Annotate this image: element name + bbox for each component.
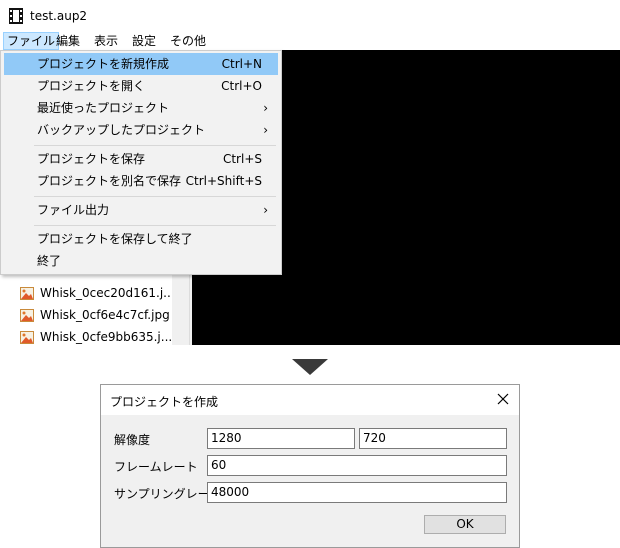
file-item[interactable]: Whisk_0cfe9bb635.j... [20, 326, 172, 345]
app-window: test.aup2 ファイル 編集 表示 設定 その他 Whisk_0cec20… [0, 0, 620, 345]
file-name: Whisk_0cfe9bb635.j... [40, 330, 173, 344]
menu-item-label: 最近使ったプロジェクト [37, 101, 170, 115]
file-name: Whisk_0cf6e4c7cf.jpg [40, 308, 170, 322]
menu-item-save-and-exit[interactable]: プロジェクトを保存して終了 [4, 228, 278, 250]
menu-item-exit[interactable]: 終了 [4, 250, 278, 272]
close-icon[interactable] [495, 391, 511, 407]
image-file-icon [20, 330, 34, 344]
menu-item-new-project[interactable]: プロジェクトを新規作成 Ctrl+N [4, 53, 278, 75]
resolution-width-input[interactable]: 1280 [207, 428, 355, 449]
menu-item-recent-projects[interactable]: 最近使ったプロジェクト › [4, 97, 278, 119]
menu-item-label: プロジェクトを保存して終了 [37, 232, 193, 246]
image-file-icon [20, 286, 34, 300]
menu-item-label: プロジェクトを別名で保存 [37, 174, 182, 188]
menu-item-label: プロジェクトを開く [37, 79, 146, 93]
image-file-icon [20, 308, 34, 322]
menu-edit[interactable]: 編集 [53, 32, 83, 50]
file-item[interactable]: Whisk_0cf6e4c7cf.jpg [20, 304, 170, 326]
menu-item-shortcut: Ctrl+N [221, 57, 262, 71]
menu-item-label: プロジェクトを新規作成 [37, 57, 170, 71]
menu-item-shortcut: Ctrl+S [222, 152, 262, 166]
menu-item-file-export[interactable]: ファイル出力 › [4, 199, 278, 221]
down-arrow-icon [292, 359, 328, 375]
samplerate-input[interactable]: 48000 [207, 482, 507, 503]
ok-button[interactable]: OK [424, 515, 506, 534]
title-bar: test.aup2 [0, 0, 620, 32]
chevron-right-icon: › [263, 203, 268, 217]
menu-separator [34, 196, 276, 197]
menu-bar: ファイル 編集 表示 設定 その他 [0, 32, 620, 50]
dialog-title-bar: プロジェクトを作成 [101, 385, 519, 415]
menu-item-shortcut: Ctrl+O [221, 79, 262, 93]
menu-item-save-project[interactable]: プロジェクトを保存 Ctrl+S [4, 148, 278, 170]
menu-settings[interactable]: 設定 [129, 32, 159, 50]
framerate-label: フレームレート [114, 460, 198, 474]
file-item[interactable]: Whisk_0cec20d161.j... [20, 282, 175, 304]
menu-item-label: 終了 [37, 254, 62, 268]
menu-item-save-as[interactable]: プロジェクトを別名で保存 Ctrl+Shift+S [4, 170, 278, 192]
samplerate-label: サンプリングレート [114, 487, 222, 501]
menu-file[interactable]: ファイル [3, 32, 60, 50]
chevron-right-icon: › [263, 123, 268, 137]
film-icon [9, 8, 23, 24]
menu-item-label: プロジェクトを保存 [37, 152, 146, 166]
menu-separator [34, 145, 276, 146]
dialog-title: プロジェクトを作成 [110, 395, 219, 409]
menu-item-shortcut: Ctrl+Shift+S [185, 174, 262, 188]
window-title: test.aup2 [30, 9, 88, 23]
menu-other[interactable]: その他 [167, 32, 209, 50]
create-project-dialog: プロジェクトを作成 解像度 1280 720 フレームレート 60 サンプリング… [100, 384, 520, 548]
framerate-input[interactable]: 60 [207, 455, 507, 476]
menu-item-backup-projects[interactable]: バックアップしたプロジェクト › [4, 119, 278, 141]
menu-item-open-project[interactable]: プロジェクトを開く Ctrl+O [4, 75, 278, 97]
file-dropdown-menu: プロジェクトを新規作成 Ctrl+N プロジェクトを開く Ctrl+O 最近使っ… [0, 50, 282, 275]
menu-separator [34, 225, 276, 226]
resolution-height-input[interactable]: 720 [359, 428, 507, 449]
menu-view[interactable]: 表示 [91, 32, 121, 50]
resolution-label: 解像度 [114, 433, 151, 447]
menu-item-label: ファイル出力 [37, 203, 110, 217]
chevron-right-icon: › [263, 101, 268, 115]
menu-item-label: バックアップしたプロジェクト [37, 123, 206, 137]
file-name: Whisk_0cec20d161.j... [40, 286, 175, 300]
